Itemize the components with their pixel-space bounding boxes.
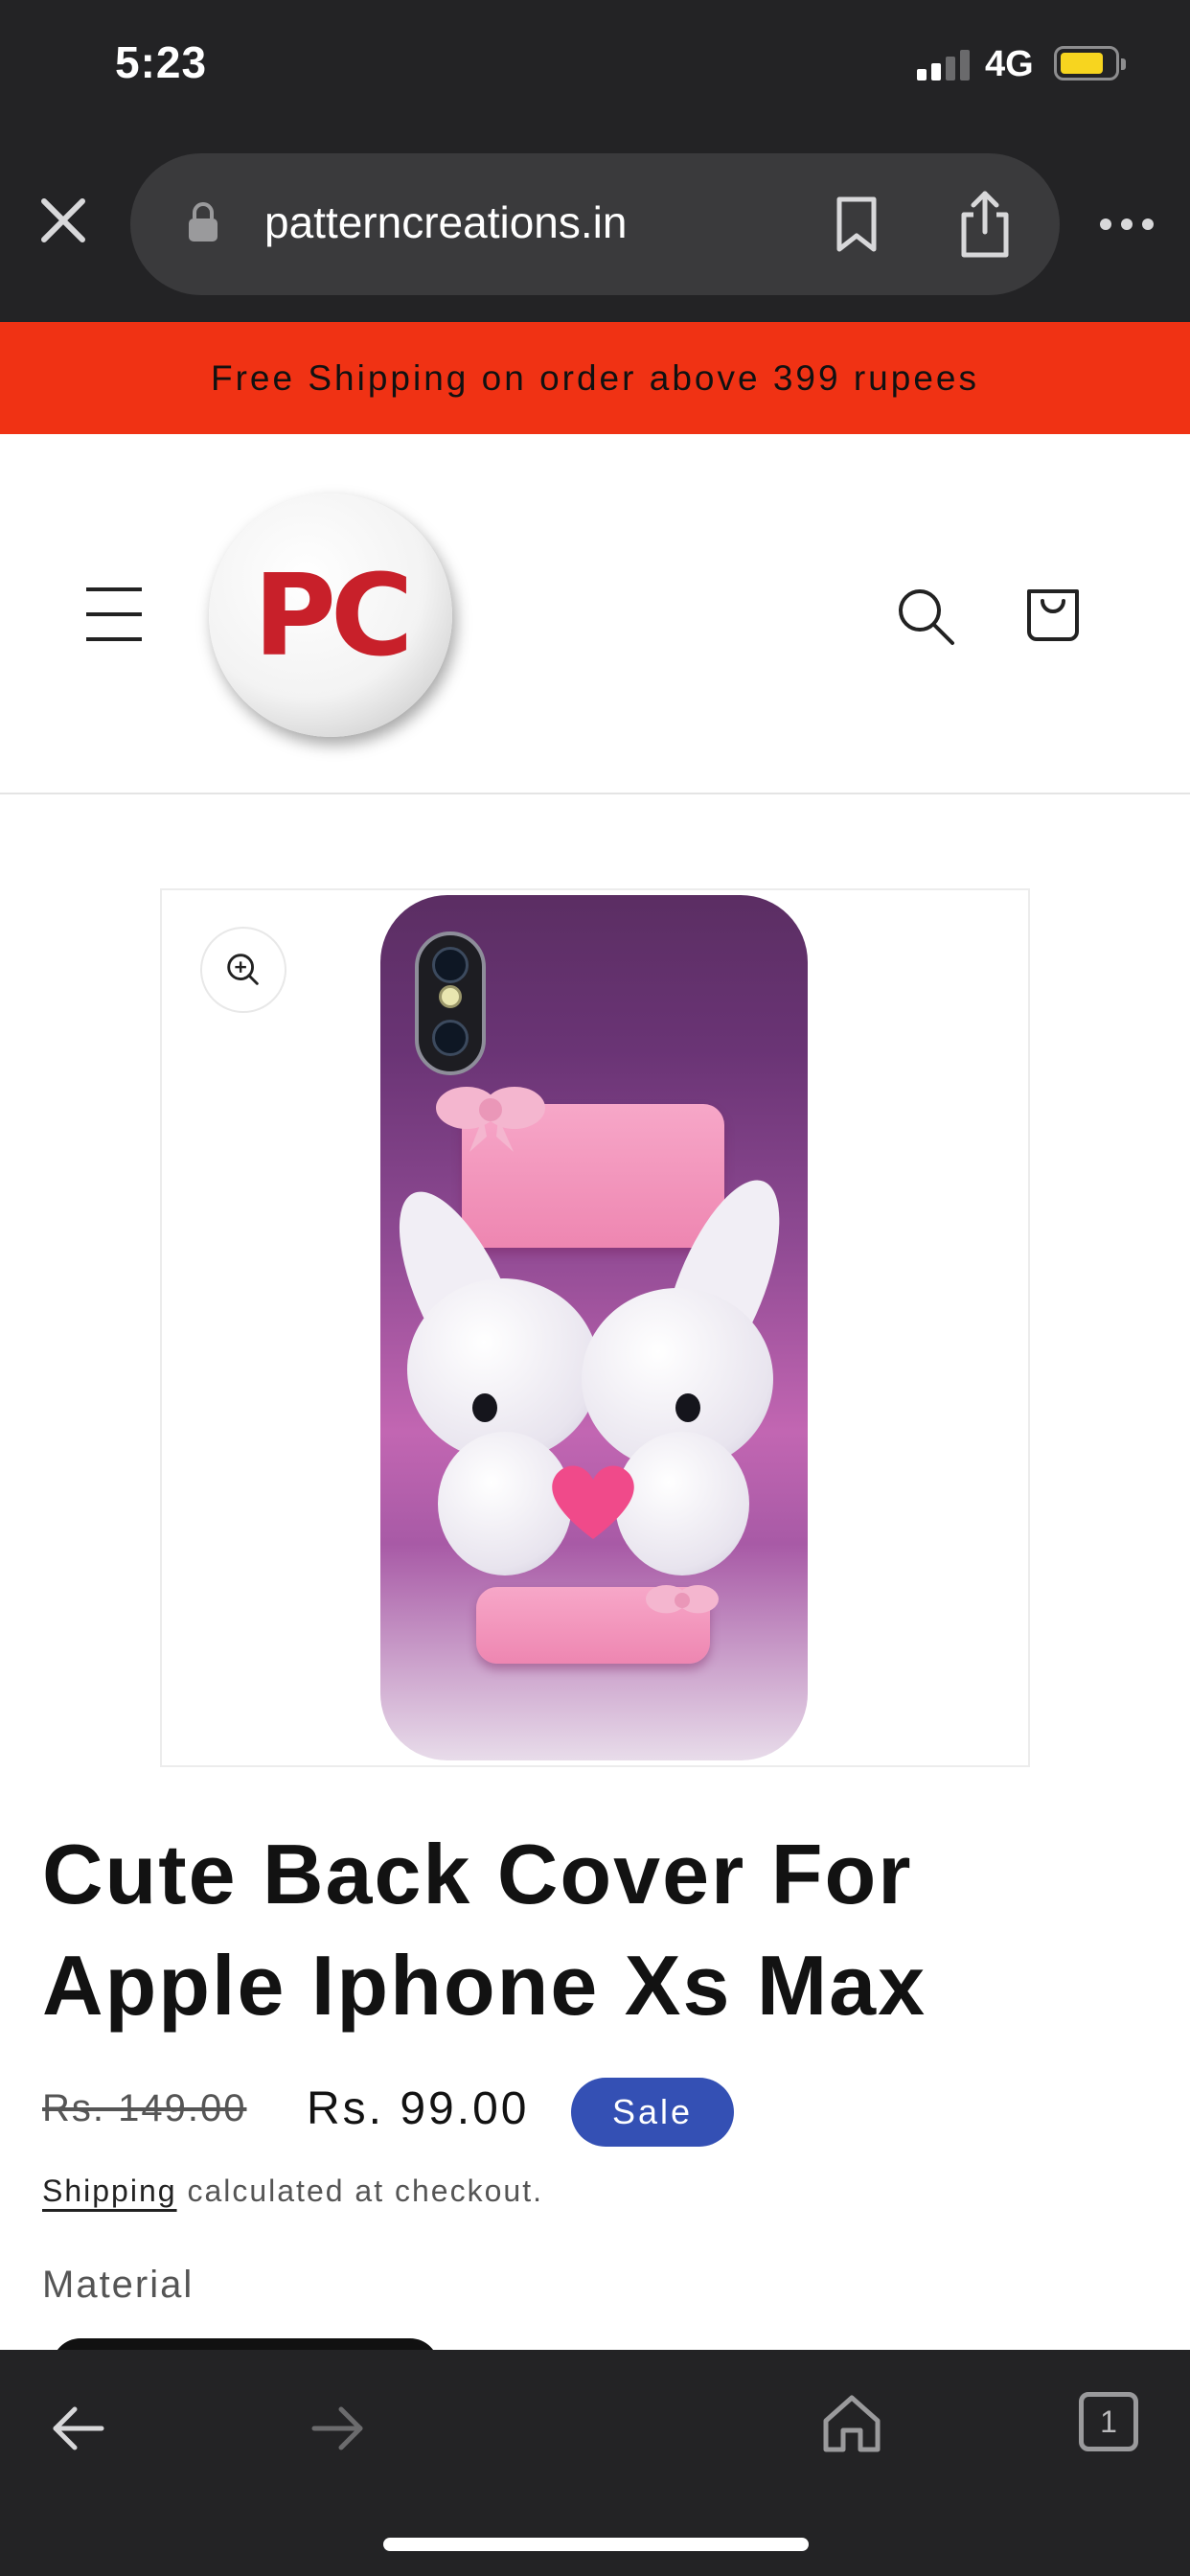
material-label: Material <box>42 2264 195 2306</box>
logo-text: PC <box>253 549 413 681</box>
close-icon[interactable] <box>34 192 92 249</box>
bow-icon <box>436 1087 545 1152</box>
back-arrow-icon[interactable] <box>50 2402 107 2455</box>
announcement-text: Free Shipping on order above 399 rupees <box>211 357 979 398</box>
home-icon[interactable] <box>820 2392 883 2455</box>
lock-icon <box>189 202 217 242</box>
shipping-note-text: calculated at checkout. <box>176 2174 543 2208</box>
product-image <box>380 895 808 1760</box>
announcement-bar: Free Shipping on order above 399 rupees <box>0 322 1190 434</box>
camera-module <box>415 932 486 1075</box>
bow-icon <box>646 1585 719 1614</box>
site-header: PC <box>0 434 1190 794</box>
shipping-note: Shipping calculated at checkout. <box>42 2174 543 2209</box>
zoom-button[interactable] <box>200 927 286 1013</box>
network-type: 4G <box>985 44 1034 84</box>
bunny-eye <box>675 1393 700 1422</box>
bunny-eye <box>472 1393 497 1422</box>
status-time: 5:23 <box>115 37 208 87</box>
browser-chrome: 5:23 4G patterncreations.in <box>0 0 1190 322</box>
zoom-in-icon <box>227 954 259 985</box>
more-icon[interactable] <box>1098 205 1156 243</box>
heart-icon <box>552 1465 634 1539</box>
url-text: patterncreations.in <box>264 197 628 247</box>
shipping-link[interactable]: Shipping <box>42 2174 177 2208</box>
regular-price: Rs. 149.00 <box>42 2087 247 2129</box>
signal-icon <box>917 50 971 80</box>
address-bar[interactable]: patterncreations.in <box>130 153 1060 295</box>
tabs-icon[interactable]: 1 <box>1079 2392 1138 2451</box>
sale-price: Rs. 99.00 <box>307 2083 530 2134</box>
site-logo[interactable]: PC <box>209 494 452 737</box>
product-title: Cute Back Cover For Apple Iphone Xs Max <box>42 1827 927 2033</box>
share-icon[interactable] <box>956 190 1014 259</box>
bookmark-icon[interactable] <box>832 196 881 253</box>
menu-icon[interactable] <box>86 587 144 641</box>
search-icon[interactable] <box>895 586 956 647</box>
tab-count: 1 <box>1100 2404 1117 2439</box>
cart-icon[interactable] <box>1023 580 1083 643</box>
home-indicator[interactable] <box>383 2538 809 2551</box>
product-image-frame[interactable] <box>160 888 1030 1767</box>
sale-badge: Sale <box>571 2078 734 2147</box>
battery-icon <box>1054 46 1126 80</box>
forward-arrow-icon[interactable] <box>309 2402 366 2455</box>
